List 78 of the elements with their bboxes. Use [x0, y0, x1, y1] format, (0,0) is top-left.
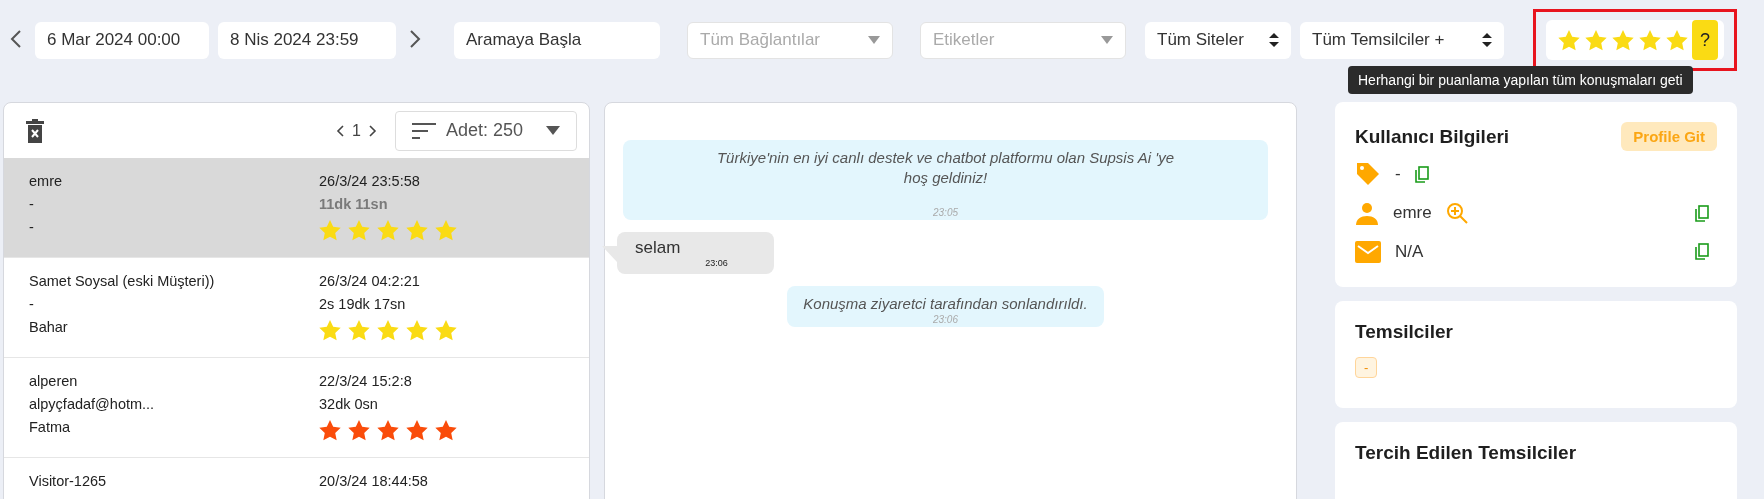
zoom-in-icon[interactable]	[1445, 202, 1468, 224]
message-time: 23:06	[705, 258, 728, 268]
chevron-left-icon	[10, 28, 22, 49]
message-text: Konuşma ziyaretci tarafından sonlandırıldı.	[803, 294, 1088, 314]
star-icon[interactable]	[1639, 29, 1661, 51]
visitor-name: Samet Soysal (eski Müşteri))	[29, 272, 216, 291]
star-icon	[377, 220, 399, 241]
next-page-icon[interactable]	[369, 124, 377, 137]
message-text: selam	[635, 238, 682, 258]
start-date-field[interactable]: 6 Mar 2024 00:00	[35, 21, 209, 59]
star-icon	[377, 320, 399, 341]
copy-icon[interactable]	[1695, 204, 1709, 222]
sort-lines-icon	[412, 120, 436, 141]
conversation-date: 26/3/24 23:5:58	[319, 172, 421, 191]
filter-select[interactable]: Tüm Siteler	[1145, 21, 1291, 59]
star-icon	[348, 220, 370, 241]
conversation-date: 20/3/24 18:44:58	[319, 472, 429, 491]
star-icon	[406, 220, 428, 241]
star-icon[interactable]	[1612, 29, 1634, 51]
help-button[interactable]: ?	[1692, 20, 1718, 60]
star-icon	[319, 220, 341, 241]
info-value: -	[1395, 164, 1401, 185]
star-icon	[435, 320, 457, 341]
mail-icon	[1355, 240, 1381, 263]
copy-icon[interactable]	[1414, 165, 1429, 183]
user-icon	[1355, 201, 1379, 225]
star-icon	[435, 420, 457, 441]
visitor-email: -	[29, 195, 35, 214]
agent-tag: -	[1355, 357, 1378, 378]
star-icon	[435, 220, 457, 241]
sort-icon	[1482, 33, 1492, 47]
info-value: emre	[1393, 203, 1432, 223]
message-time: 23:05	[932, 207, 959, 218]
star-icon[interactable]	[1558, 29, 1580, 51]
visitor-name: Visitor-1265	[29, 472, 108, 491]
conversation-duration: 11dk 11sn	[319, 195, 389, 214]
visitor-name: alperen	[29, 372, 79, 391]
card-title: Tercih Edilen Temsilciler	[1355, 442, 1578, 464]
message-time: 23:06	[931, 314, 959, 325]
agent-name: Bahar	[29, 318, 69, 337]
caret-icon	[1101, 36, 1113, 44]
count-select[interactable]: Adet: 250	[395, 110, 577, 151]
visitor-email: -	[29, 295, 35, 314]
star-icon	[319, 320, 341, 341]
conversation-date: 22/3/24 15:2:8	[319, 372, 413, 391]
conversation-date: 26/3/24 04:2:21	[319, 272, 421, 291]
star-icon[interactable]	[1585, 29, 1607, 51]
previous-page-icon[interactable]	[336, 124, 345, 137]
card-title: Temsilciler	[1355, 321, 1454, 343]
sort-icon	[1269, 33, 1279, 47]
copy-icon[interactable]	[1695, 243, 1709, 261]
agent-name: Fatma	[29, 418, 72, 437]
delete-icon[interactable]	[26, 118, 44, 143]
visitor-email: alpyçfadaf@hotm...	[29, 395, 156, 414]
star-icon[interactable]	[1666, 29, 1688, 51]
message-text: Türkiye'nin en iyi canlı destek ve chatbot platformu olan Supsis Ai 'ye hoş geldiniz!	[715, 148, 1176, 188]
filter-select[interactable]: Tüm Temsilciler +	[1300, 21, 1504, 59]
info-value: N/A	[1395, 241, 1424, 262]
card-title: Kullanıcı Bilgileri	[1355, 125, 1510, 148]
search-field[interactable]: Aramaya Başla	[454, 21, 660, 59]
end-date-field[interactable]: 8 Nis 2024 23:59	[218, 21, 396, 59]
star-icon	[348, 320, 370, 341]
conversation-duration: 2s 19dk 17sn	[319, 295, 407, 314]
star-icon	[377, 420, 399, 441]
visitor-name: emre	[29, 172, 64, 191]
star-icon	[406, 420, 428, 441]
caret-icon	[546, 126, 560, 135]
conversation-row[interactable]: emre - - 26/3/24 23:5:58 11dk 11sn	[4, 158, 589, 258]
caret-icon	[868, 36, 880, 44]
conversation-duration: 32dk 0sn	[319, 395, 379, 414]
tag-icon	[1355, 161, 1381, 188]
chevron-right-icon	[409, 28, 421, 49]
agent-name: -	[29, 218, 35, 237]
page-number: 1	[352, 121, 361, 140]
tooltip: Herhangi bir puanlama yapılan tüm konuşmaları geti	[1348, 66, 1693, 94]
star-icon	[348, 420, 370, 441]
star-icon	[319, 420, 341, 441]
star-icon	[406, 320, 428, 341]
